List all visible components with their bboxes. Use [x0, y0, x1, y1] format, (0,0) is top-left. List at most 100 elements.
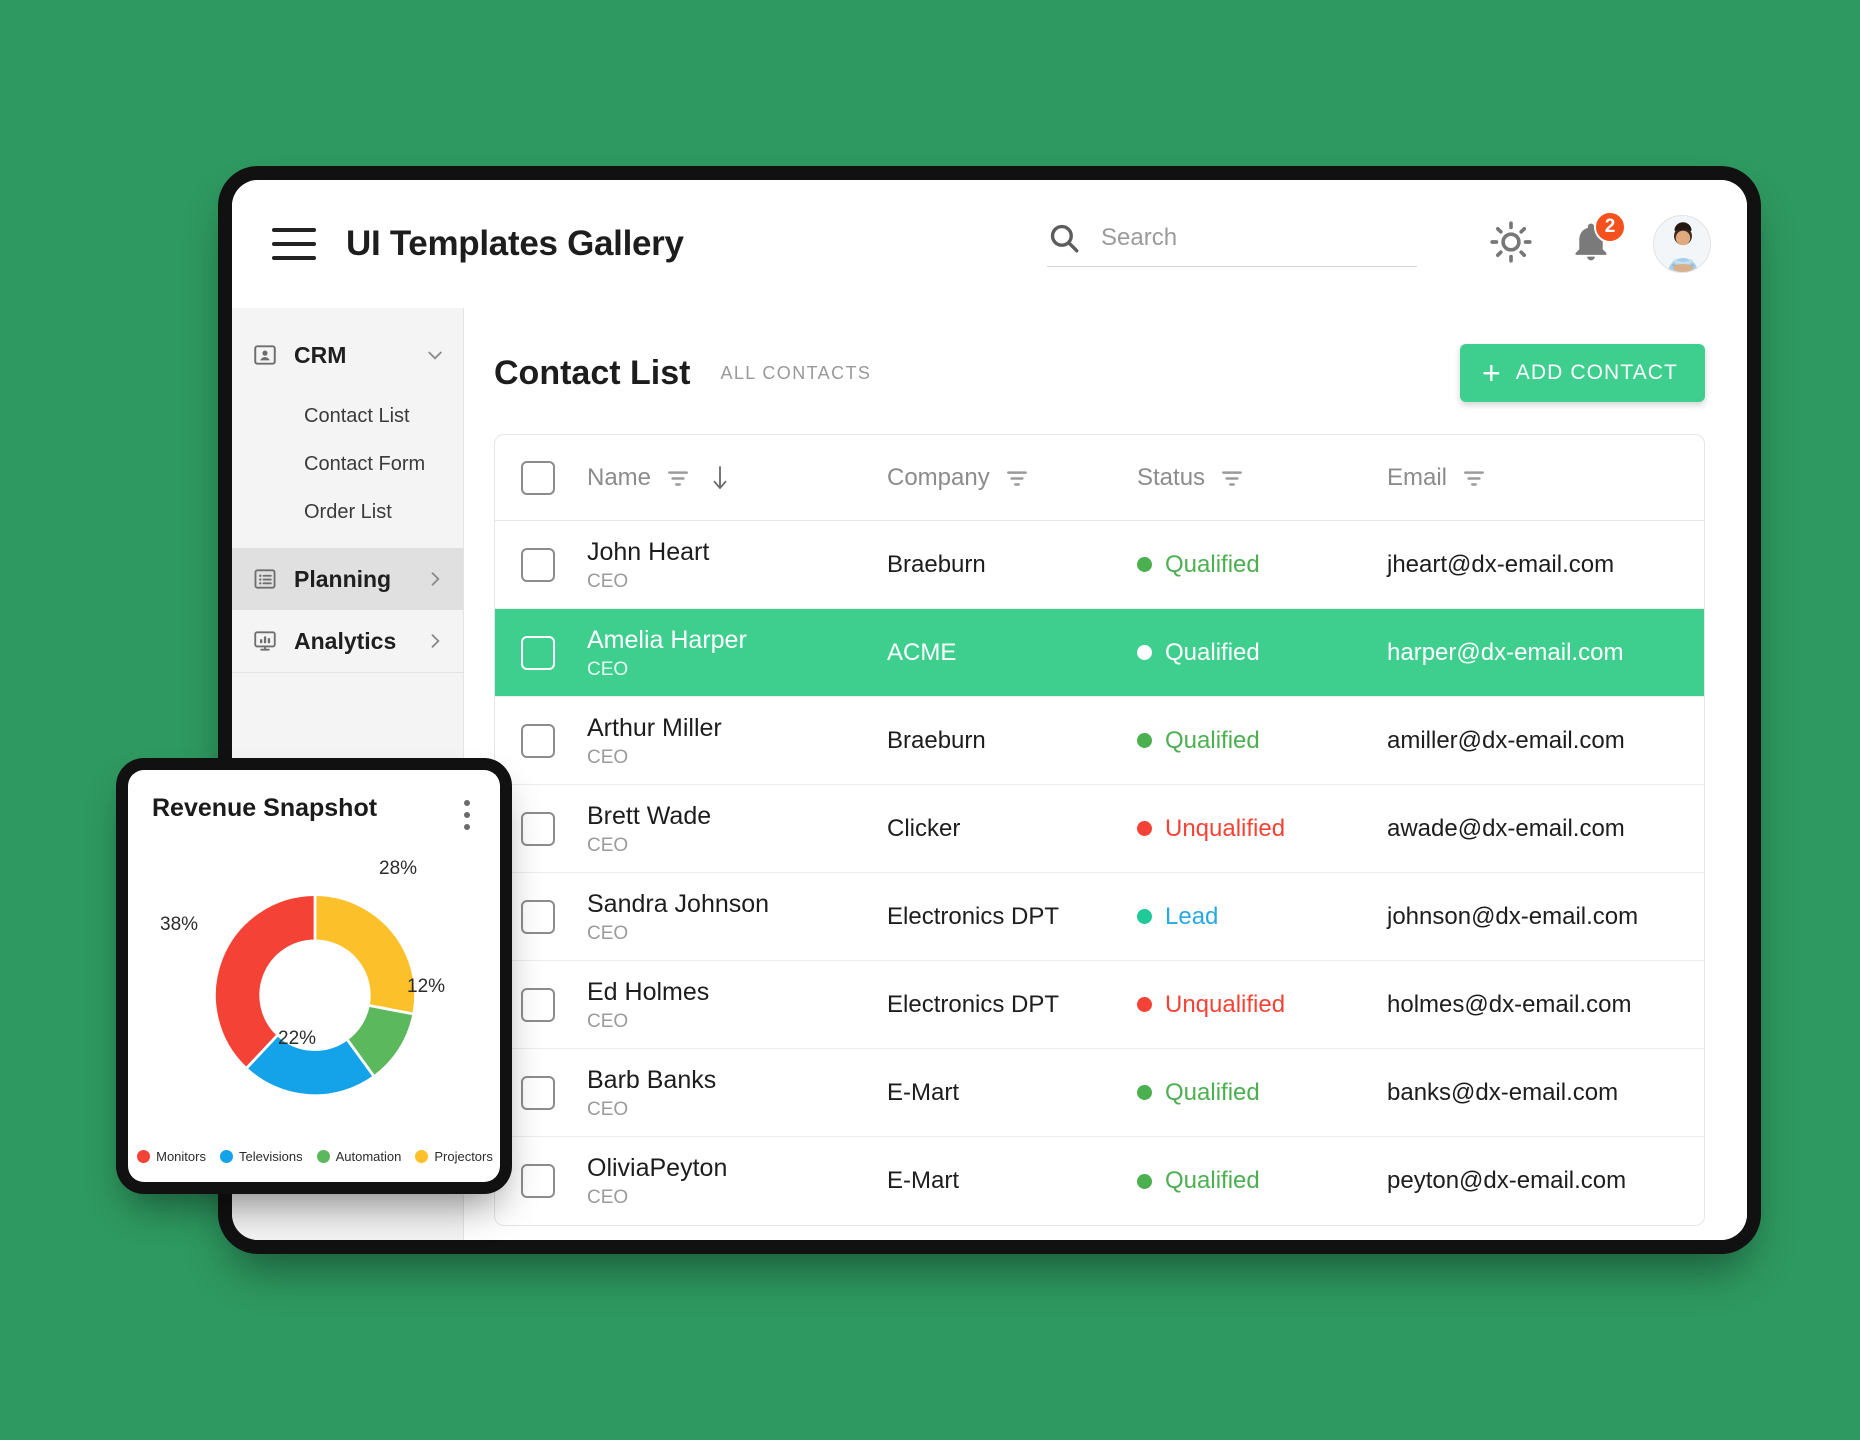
contact-role: CEO: [587, 570, 629, 592]
theme-toggle-button[interactable]: [1485, 218, 1537, 270]
column-label-name: Name: [587, 463, 652, 491]
add-contact-button[interactable]: + ADD CONTACT: [1459, 344, 1705, 402]
table-row[interactable]: Ed Holmes CEO Electronics DPT Unqualified ho…: [495, 961, 1704, 1049]
chevron-right-icon: [425, 631, 445, 651]
sidebar-item-planning[interactable]: Planning: [232, 548, 463, 610]
table-row[interactable]: Arthur Miller CEO Braeburn Qualified amiller…: [495, 697, 1704, 785]
avatar[interactable]: [1653, 215, 1711, 273]
slice-label-televisions: 22%: [278, 1028, 317, 1049]
donut-chart: 38% 22% 12% 28%: [152, 836, 478, 1149]
cell-company: Electronics DPT: [887, 990, 1060, 1018]
table-header-row: Name Company Status Email: [495, 435, 1704, 521]
row-checkbox[interactable]: [521, 1164, 555, 1198]
sidebar-item-order-list[interactable]: Order List: [232, 488, 463, 536]
filter-icon[interactable]: [1004, 465, 1030, 491]
sidebar-label-crm: CRM: [294, 341, 347, 368]
snapshot-title: Revenue Snapshot: [152, 794, 378, 822]
table-row[interactable]: Amelia Harper CEO ACME Qualified harper@dx-e…: [495, 609, 1704, 697]
slice-label-projectors: 28%: [379, 858, 418, 879]
table-row[interactable]: Sandra Johnson CEO Electronics DPT Lead john…: [495, 873, 1704, 961]
sidebar-item-contact-form[interactable]: Contact Form: [232, 440, 463, 488]
cell-name: Ed Holmes CEO: [587, 977, 887, 1033]
cell-name: Brett Wade CEO: [587, 801, 887, 857]
legend-label: Televisions: [238, 1149, 303, 1164]
notification-badge: 2: [1594, 211, 1626, 243]
legend-item[interactable]: Monitors: [137, 1149, 206, 1164]
row-checkbox[interactable]: [521, 987, 555, 1022]
cell-email: awade@dx-email.com: [1387, 814, 1625, 842]
cell-company: Braeburn: [887, 726, 986, 754]
status-badge: Qualified: [1165, 638, 1260, 666]
search-input[interactable]: [1101, 224, 1417, 252]
filter-icon[interactable]: [1219, 465, 1245, 491]
cell-email: amiller@dx-email.com: [1387, 726, 1625, 754]
row-checkbox[interactable]: [521, 811, 555, 846]
status-dot-icon: [1137, 909, 1152, 924]
cell-email: johnson@dx-email.com: [1387, 902, 1639, 930]
column-label-email: Email: [1387, 463, 1448, 491]
filter-icon[interactable]: [665, 465, 691, 491]
cell-company: Braeburn: [887, 550, 986, 578]
cell-company: Electronics DPT: [887, 902, 1060, 930]
app-title: UI Templates Gallery: [346, 224, 684, 263]
search-icon: [1047, 221, 1081, 255]
column-header-company[interactable]: Company: [887, 464, 1137, 492]
donut-slice-projectors[interactable]: [313, 893, 417, 1016]
cell-company: E-Mart: [887, 1078, 959, 1106]
cell-email: jheart@dx-email.com: [1387, 550, 1615, 578]
legend-label: Projectors: [434, 1149, 493, 1164]
table-row[interactable]: John Heart CEO Braeburn Qualified jheart@dx-…: [495, 521, 1704, 609]
status-dot-icon: [1137, 1085, 1152, 1100]
status-badge: Qualified: [1165, 1167, 1260, 1194]
row-checkbox[interactable]: [521, 635, 555, 670]
row-checkbox[interactable]: [521, 723, 555, 758]
sort-descending-arrow-icon[interactable]: [709, 463, 731, 493]
kebab-menu-icon[interactable]: [456, 794, 478, 836]
cell-name: Sandra Johnson CEO: [587, 889, 887, 945]
page-title: Contact List: [494, 353, 691, 392]
legend-dot-icon: [415, 1150, 429, 1163]
column-label-company: Company: [887, 463, 990, 491]
status-dot-icon: [1137, 557, 1152, 572]
sidebar-divider: [232, 672, 463, 673]
column-header-status[interactable]: Status: [1137, 464, 1387, 492]
legend-item[interactable]: Automation: [316, 1149, 401, 1164]
search-box[interactable]: [1047, 221, 1417, 267]
chevron-down-icon: [425, 345, 445, 365]
status-dot-icon: [1137, 645, 1152, 660]
sidebar-item-contact-list[interactable]: Contact List: [232, 392, 463, 440]
content-header: Contact List ALL CONTACTS + ADD CONTACT: [494, 344, 1705, 434]
sidebar-item-crm[interactable]: CRM: [232, 324, 463, 386]
status-dot-icon: [1137, 733, 1152, 748]
status-badge: Unqualified: [1165, 990, 1286, 1018]
cell-name: Arthur Miller CEO: [587, 713, 887, 769]
contact-name: Amelia Harper: [587, 625, 747, 654]
filter-icon[interactable]: [1461, 465, 1487, 491]
row-checkbox[interactable]: [521, 899, 555, 934]
status-badge: Qualified: [1165, 550, 1260, 578]
status-dot-icon: [1137, 997, 1152, 1012]
table-row[interactable]: OliviaPeyton CEO E-Mart Qualified peyton@dx-…: [495, 1137, 1704, 1225]
notifications-button[interactable]: 2: [1565, 211, 1626, 270]
column-header-name[interactable]: Name: [587, 463, 887, 493]
select-all-checkbox[interactable]: [521, 460, 555, 495]
status-dot-icon: [1137, 1173, 1152, 1189]
monitor-chart-icon: [252, 628, 278, 654]
contact-name: Arthur Miller: [587, 713, 722, 742]
legend-item[interactable]: Televisions: [219, 1149, 303, 1164]
sidebar-item-analytics[interactable]: Analytics: [232, 610, 463, 672]
all-contacts-label[interactable]: ALL CONTACTS: [720, 363, 871, 384]
table-row[interactable]: Barb Banks CEO E-Mart Qualified banks@dx-ema…: [495, 1049, 1704, 1137]
column-header-email[interactable]: Email: [1387, 464, 1704, 492]
row-checkbox[interactable]: [521, 1075, 555, 1110]
cell-status: Qualified: [1137, 639, 1387, 667]
hamburger-menu-icon[interactable]: [272, 228, 316, 260]
table-row[interactable]: Brett Wade CEO Clicker Unqualified awade@dx-…: [495, 785, 1704, 873]
contact-role: CEO: [587, 1010, 629, 1032]
status-dot-icon: [1137, 821, 1152, 836]
contact-role: CEO: [587, 1187, 629, 1208]
table-body: John Heart CEO Braeburn Qualified jheart@dx-…: [495, 521, 1704, 1225]
row-checkbox[interactable]: [521, 547, 555, 582]
cell-name: John Heart CEO: [587, 537, 887, 593]
legend-item[interactable]: Projectors: [415, 1149, 493, 1164]
